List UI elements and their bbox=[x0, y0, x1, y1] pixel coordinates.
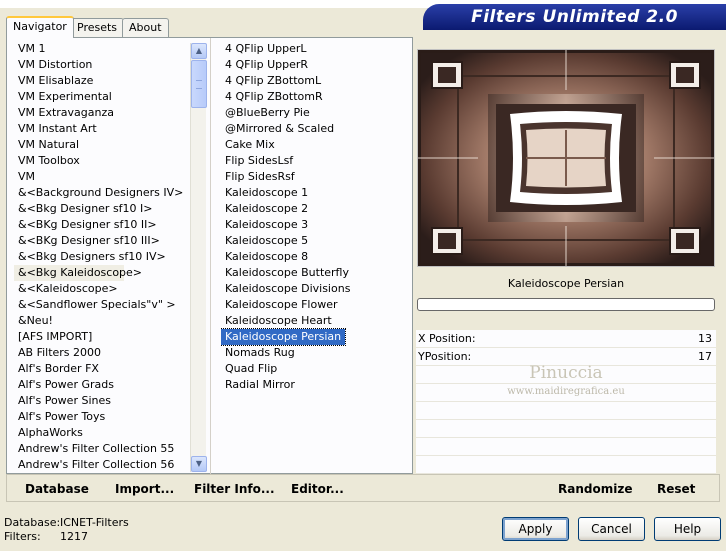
param-row-y[interactable]: YPosition: 17 bbox=[416, 348, 716, 366]
param-row-empty bbox=[416, 366, 716, 384]
param-row-empty bbox=[416, 420, 716, 438]
editor-button[interactable]: Editor... bbox=[291, 482, 344, 496]
cancel-button[interactable]: Cancel bbox=[578, 517, 645, 541]
randomize-button[interactable]: Randomize bbox=[558, 482, 632, 496]
category-item[interactable]: AlphaWorks bbox=[14, 425, 190, 441]
filter-item[interactable]: Kaleidoscope 1 bbox=[221, 185, 409, 201]
filter-item[interactable]: @Mirrored & Scaled bbox=[221, 121, 409, 137]
filter-item[interactable]: Kaleidoscope Butterfly bbox=[221, 265, 409, 281]
category-item[interactable]: VM Instant Art bbox=[14, 121, 190, 137]
scroll-up-icon[interactable]: ▲ bbox=[191, 43, 207, 59]
filter-item[interactable]: Kaleidoscope 2 bbox=[221, 201, 409, 217]
parameters-area: X Position: 13 YPosition: 17 Pinuccia ww… bbox=[416, 330, 716, 474]
filter-item[interactable]: Kaleidoscope 8 bbox=[221, 249, 409, 265]
category-item[interactable]: &<Kaleidoscope> bbox=[14, 281, 190, 297]
param-row-empty bbox=[416, 384, 716, 402]
param-label-x: X Position: bbox=[418, 332, 476, 345]
import-button[interactable]: Import... bbox=[115, 482, 174, 496]
category-item[interactable]: AB Filters 2000 bbox=[14, 345, 190, 361]
database-label: Database: bbox=[4, 516, 61, 529]
param-value-y[interactable]: 17 bbox=[698, 350, 712, 363]
category-item[interactable]: Alf's Power Toys bbox=[14, 409, 190, 425]
category-item[interactable]: &Neu! bbox=[14, 313, 190, 329]
category-item[interactable]: &<Bkg Designer sf10 I> bbox=[14, 201, 190, 217]
param-row-x[interactable]: X Position: 13 bbox=[416, 330, 716, 348]
filter-item[interactable]: Kaleidoscope 5 bbox=[221, 233, 409, 249]
tab-presets[interactable]: Presets bbox=[70, 18, 125, 37]
category-item[interactable]: Alf's Power Grads bbox=[14, 377, 190, 393]
category-item[interactable]: VM Distortion bbox=[14, 57, 190, 73]
preview-panel: Kaleidoscope Persian X Position: 13 YPos… bbox=[416, 37, 720, 474]
category-item[interactable]: VM bbox=[14, 169, 190, 185]
category-item[interactable]: Alf's Power Sines bbox=[14, 393, 190, 409]
database-value: ICNET-Filters bbox=[60, 516, 129, 529]
navigator-panel: VM 1 VM Distortion VM Elisablaze VM Experim… bbox=[6, 37, 413, 475]
category-item[interactable]: Andrew's Filter Collection 56 bbox=[14, 457, 190, 471]
filter-item[interactable]: Quad Flip bbox=[221, 361, 409, 377]
param-label-y: YPosition: bbox=[418, 350, 472, 363]
status-info: Database:ICNET-Filters Filters: 1217 bbox=[4, 516, 129, 544]
category-item[interactable]: [AFS IMPORT] bbox=[14, 329, 190, 345]
filter-item[interactable]: @BlueBerry Pie bbox=[221, 105, 409, 121]
filter-item[interactable]: Cake Mix bbox=[221, 137, 409, 153]
filter-item[interactable]: Radial Mirror bbox=[221, 377, 409, 393]
filter-name-label: Kaleidoscope Persian bbox=[507, 277, 625, 290]
category-scrollbar[interactable]: ▲ ▼ bbox=[190, 43, 207, 472]
filters-count: 1217 bbox=[60, 530, 88, 543]
category-item[interactable]: VM Natural bbox=[14, 137, 190, 153]
param-row-empty bbox=[416, 438, 716, 456]
reset-button[interactable]: Reset bbox=[657, 482, 695, 496]
category-item[interactable]: &<BKg Designer sf10 III> bbox=[14, 233, 190, 249]
bottom-toolbar: Database Import... Filter Info... Editor… bbox=[6, 474, 720, 502]
filter-item[interactable]: Kaleidoscope Persian bbox=[221, 328, 347, 346]
filter-item[interactable]: Kaleidoscope Flower bbox=[221, 297, 409, 313]
database-button[interactable]: Database bbox=[25, 482, 89, 496]
apply-button[interactable]: Apply bbox=[502, 517, 569, 541]
filter-info-button[interactable]: Filter Info... bbox=[194, 482, 275, 496]
filter-item[interactable]: Nomads Rug bbox=[221, 345, 409, 361]
filter-item[interactable]: 4 QFlip UpperR bbox=[221, 57, 409, 73]
help-button[interactable]: Help bbox=[654, 517, 721, 541]
filter-list[interactable]: 4 QFlip UpperL 4 QFlip UpperR 4 QFlip ZBot… bbox=[221, 41, 409, 471]
filter-item[interactable]: Kaleidoscope Heart bbox=[221, 313, 409, 329]
param-value-x[interactable]: 13 bbox=[698, 332, 712, 345]
list-divider bbox=[210, 38, 211, 475]
category-item[interactable]: Alf's Border FX bbox=[14, 361, 190, 377]
preview-image bbox=[417, 49, 715, 267]
param-row-empty bbox=[416, 402, 716, 420]
category-item[interactable]: &<Bkg Kaleidoscope> bbox=[14, 265, 142, 281]
scroll-thumb[interactable] bbox=[191, 60, 207, 108]
filter-item[interactable]: Kaleidoscope 3 bbox=[221, 217, 409, 233]
scroll-down-icon[interactable]: ▼ bbox=[191, 456, 207, 472]
category-item[interactable]: &<Background Designers IV> bbox=[14, 185, 190, 201]
category-item[interactable]: VM 1 bbox=[14, 41, 190, 57]
category-item[interactable]: VM Elisablaze bbox=[14, 73, 190, 89]
category-item[interactable]: VM Extravaganza bbox=[14, 105, 190, 121]
filter-item[interactable]: Flip SidesLsf bbox=[221, 153, 409, 169]
category-item[interactable]: &<Bkg Designers sf10 IV> bbox=[14, 249, 190, 265]
filter-item[interactable]: Kaleidoscope Divisions bbox=[221, 281, 409, 297]
filter-item[interactable]: 4 QFlip UpperL bbox=[221, 41, 409, 57]
filter-item[interactable]: 4 QFlip ZBottomR bbox=[221, 89, 409, 105]
category-list[interactable]: VM 1 VM Distortion VM Elisablaze VM Experim… bbox=[14, 41, 190, 471]
category-item[interactable]: VM Experimental bbox=[14, 89, 190, 105]
tab-about[interactable]: About bbox=[122, 18, 169, 37]
progress-bar bbox=[417, 298, 715, 311]
param-row-empty bbox=[416, 456, 716, 474]
filters-label: Filters: bbox=[4, 530, 41, 543]
filter-item[interactable]: Flip SidesRsf bbox=[221, 169, 409, 185]
tab-navigator[interactable]: Navigator bbox=[6, 16, 74, 38]
app-title-banner: Filters Unlimited 2.0 bbox=[423, 4, 726, 30]
category-item[interactable]: &<BKg Designer sf10 II> bbox=[14, 217, 190, 233]
filter-item[interactable]: 4 QFlip ZBottomL bbox=[221, 73, 409, 89]
category-item[interactable]: VM Toolbox bbox=[14, 153, 190, 169]
category-item[interactable]: &<Sandflower Specials"v" > bbox=[14, 297, 190, 313]
category-item[interactable]: Andrew's Filter Collection 55 bbox=[14, 441, 190, 457]
